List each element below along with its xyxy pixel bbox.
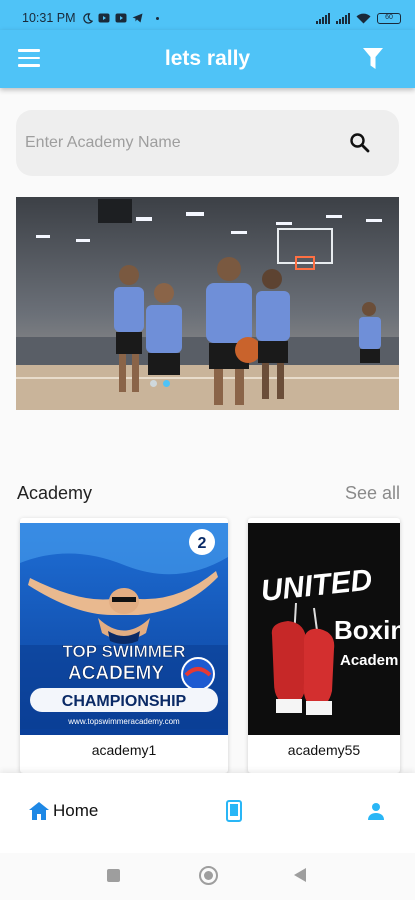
poster-line3: CHAMPIONSHIP <box>62 693 187 710</box>
app-title: lets rally <box>164 47 251 70</box>
basketball-team-photo <box>16 197 399 410</box>
home-icon <box>29 802 49 820</box>
nav-home-tab[interactable]: Home <box>29 801 98 821</box>
academy-search-input[interactable] <box>25 134 349 152</box>
search-bar <box>16 110 399 176</box>
hamburger-menu-icon[interactable] <box>18 49 40 67</box>
recents-square-icon[interactable] <box>107 869 120 882</box>
telegram-icon <box>132 13 143 23</box>
youtube-icon <box>115 13 127 23</box>
nav-home-label: Home <box>53 801 99 820</box>
search-icon[interactable] <box>349 132 371 154</box>
academy-name: academy55 <box>287 742 361 758</box>
banner-carousel[interactable] <box>16 197 399 410</box>
see-all-link[interactable]: See all <box>345 483 400 504</box>
boxing-poster-image: UNITED Boxin Academ <box>248 523 400 735</box>
academy-thumbnail: UNITED Boxin Academ <box>248 523 400 735</box>
swim-poster-image: 2 TOP SWIMMER ACADEMY CHAMPIONSHIP www.t… <box>20 523 228 735</box>
carousel-dot-active[interactable] <box>163 380 170 387</box>
poster-url: www.topswimmeracademy.com <box>67 717 180 726</box>
carousel-indicator <box>150 380 170 387</box>
phone-device-icon[interactable] <box>226 800 242 822</box>
poster-line1: TOP SWIMMER <box>62 642 185 661</box>
academy-card[interactable]: UNITED Boxin Academ academy55 <box>248 518 400 773</box>
academy-card[interactable]: 2 TOP SWIMMER ACADEMY CHAMPIONSHIP www.t… <box>20 518 228 773</box>
system-navigation-bar <box>0 853 415 900</box>
academy-name: academy1 <box>91 742 157 758</box>
poster-line2: ACADEMY <box>68 663 164 684</box>
section-title-academy: Academy <box>17 483 93 503</box>
signal-icon <box>336 12 350 24</box>
status-time: 10:31 PM <box>22 11 76 25</box>
home-circle-icon[interactable] <box>199 866 218 885</box>
poster-line2: Boxin <box>334 615 400 645</box>
wifi-icon <box>356 13 371 23</box>
back-triangle-icon[interactable] <box>294 868 306 882</box>
youtube-icon <box>98 13 110 23</box>
poster-line3: Academ <box>340 652 398 669</box>
signal-icon <box>316 12 330 24</box>
battery-icon: 60 <box>377 12 401 24</box>
moon-icon <box>82 12 93 24</box>
filter-funnel-icon[interactable] <box>363 48 383 69</box>
dot-icon <box>155 16 159 20</box>
app-bar: lets rally <box>0 30 415 88</box>
academy-thumbnail: 2 TOP SWIMMER ACADEMY CHAMPIONSHIP www.t… <box>20 523 228 735</box>
poster-badge: 2 <box>198 535 207 552</box>
bottom-navigation: Home <box>0 773 415 853</box>
person-icon[interactable] <box>367 802 385 820</box>
carousel-dot[interactable] <box>150 380 157 387</box>
